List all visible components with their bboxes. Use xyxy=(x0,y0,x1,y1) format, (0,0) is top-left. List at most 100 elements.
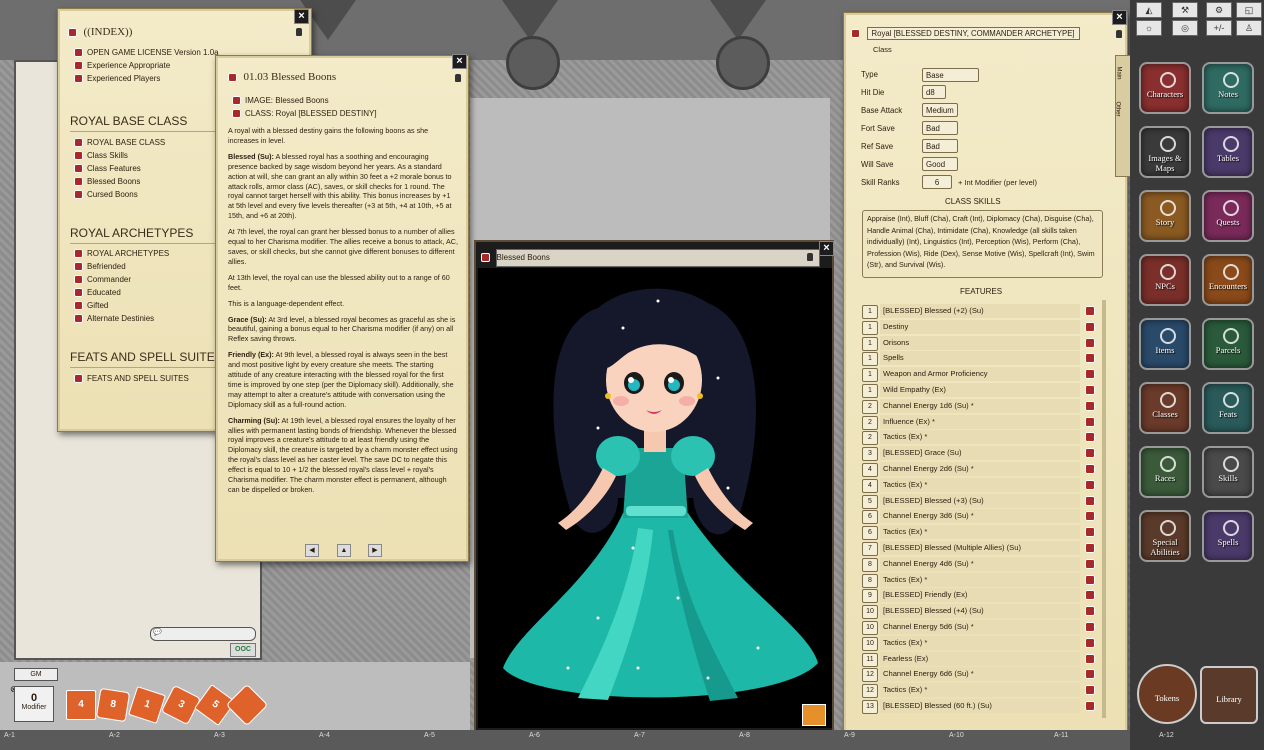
feature-level[interactable]: 1 xyxy=(862,352,878,367)
list-item[interactable]: Befriended xyxy=(74,260,169,273)
image-link[interactable]: IMAGE: Blessed Boons xyxy=(232,94,377,107)
feature-link-icon[interactable] xyxy=(1085,306,1095,316)
feature-row[interactable]: 1 Orisons xyxy=(862,335,1100,351)
feature-level[interactable]: 4 xyxy=(862,463,878,477)
list-item[interactable]: Alternate Destinies xyxy=(74,312,169,325)
class-name-field[interactable]: Royal [BLESSED DESTINY, COMMANDER ARCHET… xyxy=(866,27,1080,40)
toolbar-tool-icon[interactable]: ◱ xyxy=(1236,2,1262,18)
feature-name[interactable]: Destiny xyxy=(880,319,1080,334)
list-item[interactable]: Cursed Boons xyxy=(74,188,165,201)
feature-row[interactable]: 3 [BLESSED] Grace (Su) xyxy=(862,446,1100,462)
feature-level[interactable]: 6 xyxy=(862,510,878,525)
feature-row[interactable]: 10 Tactics (Ex) * xyxy=(862,635,1100,651)
chat-input[interactable]: 💬 xyxy=(150,627,256,641)
feature-link-icon[interactable] xyxy=(1085,416,1095,427)
will-field[interactable]: Good xyxy=(922,157,958,171)
feature-link-icon[interactable] xyxy=(1085,590,1095,601)
feature-row[interactable]: 1 Spells xyxy=(862,351,1100,367)
die-icon[interactable]: 4 xyxy=(66,690,96,720)
feature-link-icon[interactable] xyxy=(1085,606,1095,617)
feature-name[interactable]: [BLESSED] Blessed (+3) (Su) xyxy=(880,493,1080,508)
sidebar-button-notes[interactable]: Notes xyxy=(1202,62,1254,114)
feature-level[interactable]: 8 xyxy=(862,573,878,588)
feature-row[interactable]: 2 Influence (Ex) * xyxy=(862,414,1100,430)
feature-row[interactable]: 7 [BLESSED] Blessed (Multiple Allies) (Su… xyxy=(862,541,1100,556)
feature-row[interactable]: 13 [BLESSED] Blessed (60 ft.) (Su) xyxy=(862,699,1100,714)
feature-row[interactable]: 12 Tactics (Ex) * xyxy=(862,683,1100,699)
feature-name[interactable]: [BLESSED] Blessed (+4) (Su) xyxy=(880,604,1080,619)
sidebar-button-tables[interactable]: Tables xyxy=(1202,126,1254,178)
library-button[interactable]: Library xyxy=(1200,666,1258,724)
feature-row[interactable]: 8 Channel Energy 4d6 (Su) * xyxy=(862,556,1100,572)
feature-name[interactable]: [BLESSED] Grace (Su) xyxy=(880,446,1080,461)
feature-level[interactable]: 2 xyxy=(862,399,878,414)
feature-name[interactable]: Channel Energy 2d6 (Su) * xyxy=(880,462,1080,476)
feature-name[interactable]: [BLESSED] Friendly (Ex) xyxy=(880,588,1080,603)
feature-level[interactable]: 1 xyxy=(862,336,878,351)
share-image-button[interactable] xyxy=(802,704,826,726)
feature-name[interactable]: Channel Energy 6d6 (Su) * xyxy=(880,667,1080,682)
feature-row[interactable]: 1 Destiny xyxy=(862,319,1100,335)
feature-row[interactable]: 2 Tactics (Ex) * xyxy=(862,430,1100,446)
feature-name[interactable]: [BLESSED] Blessed (+2) (Su) xyxy=(880,304,1080,318)
feature-level[interactable]: 1 xyxy=(862,320,878,335)
list-item[interactable]: Experienced Players xyxy=(74,72,214,85)
modifier-box[interactable]: 0 Modifier xyxy=(14,686,54,722)
sidebar-button-spells[interactable]: Spells xyxy=(1202,510,1254,562)
feature-row[interactable]: 6 Tactics (Ex) * xyxy=(862,525,1100,541)
feature-row[interactable]: 10 Channel Energy 5d6 (Su) * xyxy=(862,620,1100,635)
feature-link-icon[interactable] xyxy=(1085,637,1095,648)
sidebar-button-story[interactable]: Story xyxy=(1139,190,1191,242)
ranks-field[interactable]: 6 xyxy=(922,175,952,189)
feature-link-icon[interactable] xyxy=(1085,464,1095,474)
up-page-button[interactable]: ▲ xyxy=(337,544,351,557)
feature-name[interactable]: Channel Energy 1d6 (Su) * xyxy=(880,398,1080,413)
toolbar-tool-icon[interactable]: +/- xyxy=(1206,20,1232,36)
sidebar-button-characters[interactable]: Characters xyxy=(1139,62,1191,114)
feature-name[interactable]: [BLESSED] Blessed (60 ft.) (Su) xyxy=(880,699,1080,713)
feature-row[interactable]: 4 Channel Energy 2d6 (Su) * xyxy=(862,462,1100,477)
feature-row[interactable]: 5 [BLESSED] Blessed (+3) (Su) xyxy=(862,493,1100,509)
attack-field[interactable]: Medium xyxy=(922,103,958,117)
feature-name[interactable]: Fearless (Ex) xyxy=(880,651,1080,666)
sidebar-button-encounters[interactable]: Encounters xyxy=(1202,254,1254,306)
feature-link-icon[interactable] xyxy=(1085,369,1095,380)
feature-link-icon[interactable] xyxy=(1085,558,1095,569)
feature-name[interactable]: Tactics (Ex) * xyxy=(880,683,1080,698)
feature-row[interactable]: 10 [BLESSED] Blessed (+4) (Su) xyxy=(862,604,1100,620)
list-item[interactable]: ROYAL BASE CLASS xyxy=(74,136,165,149)
feature-link-icon[interactable] xyxy=(1085,321,1095,332)
record-link-icon[interactable] xyxy=(851,29,860,39)
feature-name[interactable]: Tactics (Ex) * xyxy=(880,572,1080,587)
feature-level[interactable]: 11 xyxy=(862,652,878,667)
feature-link-icon[interactable] xyxy=(1085,448,1095,459)
list-item[interactable]: Gifted xyxy=(74,299,169,312)
feature-link-icon[interactable] xyxy=(1085,511,1095,522)
record-link-icon[interactable] xyxy=(228,73,237,83)
feature-link-icon[interactable] xyxy=(1085,653,1095,664)
record-link-icon[interactable] xyxy=(481,253,490,263)
index-close-button[interactable]: × xyxy=(294,9,309,24)
sidebar-button-items[interactable]: Items xyxy=(1139,318,1191,370)
feature-row[interactable]: 6 Channel Energy 3d6 (Su) * xyxy=(862,509,1100,525)
sidebar-button-classes[interactable]: Classes xyxy=(1139,382,1191,434)
sidebar-button-quests[interactable]: Quests xyxy=(1202,190,1254,242)
type-field[interactable]: Base xyxy=(922,68,979,82)
feature-level[interactable]: 4 xyxy=(862,478,878,493)
feature-level[interactable]: 10 xyxy=(862,636,878,651)
feature-link-icon[interactable] xyxy=(1085,385,1095,395)
feature-link-icon[interactable] xyxy=(1085,337,1095,348)
class-skills-text[interactable]: Appraise (Int), Bluff (Cha), Craft (Int)… xyxy=(862,210,1103,278)
feature-name[interactable]: Tactics (Ex) * xyxy=(880,430,1080,445)
record-link-icon[interactable] xyxy=(68,28,77,38)
class-link[interactable]: CLASS: Royal [BLESSED DESTINY] xyxy=(232,107,377,120)
feature-level[interactable]: 10 xyxy=(862,605,878,620)
ref-field[interactable]: Bad xyxy=(922,139,958,153)
feature-link-icon[interactable] xyxy=(1085,543,1095,553)
fort-field[interactable]: Bad xyxy=(922,121,958,135)
class-close-button[interactable]: × xyxy=(1112,10,1127,25)
feature-level[interactable]: 2 xyxy=(862,415,878,430)
list-item[interactable]: OPEN GAME LICENSE Version 1.0a xyxy=(74,46,219,59)
feature-link-icon[interactable] xyxy=(1085,622,1095,632)
feature-link-icon[interactable] xyxy=(1085,353,1095,364)
